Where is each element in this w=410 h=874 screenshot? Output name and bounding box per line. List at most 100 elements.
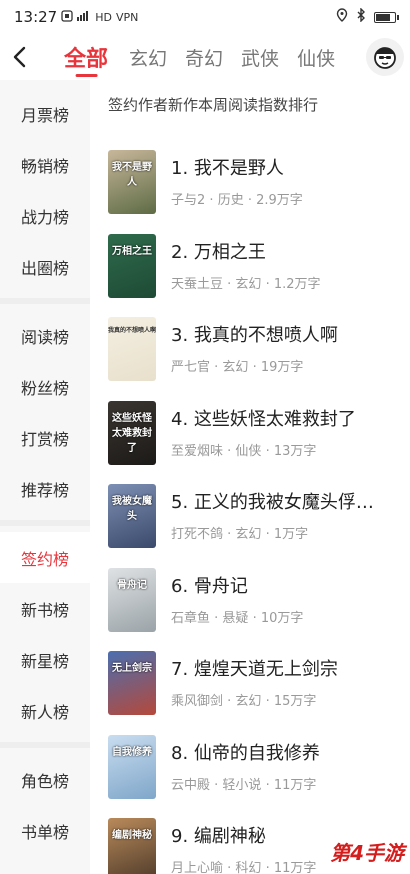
book-cover[interactable]: 这些妖怪太难救封了	[108, 400, 156, 465]
back-button[interactable]	[2, 37, 38, 77]
book-title-text: 这些妖怪太难救封了	[193, 408, 356, 430]
cover-title: 无上剑宗	[112, 663, 152, 674]
book-info: 6. 骨舟记石章鱼 · 悬疑 · 10万字	[171, 564, 401, 636]
sidebar-item[interactable]: 新书榜	[0, 583, 90, 634]
sidebar-group: 签约榜 新书榜 新星榜 新人榜	[0, 526, 90, 748]
book-title: 7. 煌煌天道无上剑宗	[171, 655, 401, 681]
meta-separator: ·	[205, 193, 218, 208]
vpn-icon: VPN	[115, 10, 139, 24]
book-title: 2. 万相之王	[171, 238, 401, 264]
book-rank: 1.	[171, 158, 189, 179]
book-row[interactable]: 我被女魔头 5. 正义的我被女魔头俘… 打死不鸽 · 玄幻 · 1万字	[108, 480, 403, 552]
book-genre: 玄幻	[235, 276, 262, 292]
book-author: 至爱烟味	[171, 443, 224, 459]
book-row[interactable]: 这些妖怪太难救封了 4. 这些妖怪太难救封了 至爱烟味 · 仙侠 · 13万字	[108, 397, 403, 469]
book-cover[interactable]: 骨舟记	[108, 567, 156, 632]
meta-separator: ·	[223, 694, 236, 709]
sidebar-item[interactable]: 畅销榜	[0, 139, 90, 190]
status-bar: 13:27 HD VPN	[0, 0, 410, 34]
tab-0[interactable]: 全部	[62, 37, 120, 77]
cover-title: 万相之王	[112, 245, 152, 257]
sidebar-item[interactable]: 推荐榜	[0, 463, 90, 514]
sidebar-item[interactable]: 新星榜	[0, 634, 90, 685]
sidebar-item[interactable]: 角色榜	[0, 754, 90, 805]
book-meta: 云中殿 · 轻小说 · 11万字	[171, 774, 401, 793]
meta-separator: ·	[261, 694, 274, 709]
book-genre: 轻小说	[222, 777, 262, 793]
book-row[interactable]: 万相之王 2. 万相之王 天蚕土豆 · 玄幻 · 1.2万字	[108, 230, 403, 302]
tab-2[interactable]: 奇幻	[176, 37, 232, 77]
book-info: 1. 我不是野人子与2 · 历史 · 2.9万字	[171, 146, 401, 218]
sidebar-item[interactable]: 战力榜	[0, 190, 90, 241]
tab-4[interactable]: 仙侠	[288, 37, 344, 77]
book-rank: 9.	[171, 826, 189, 847]
meta-separator: ·	[261, 861, 274, 874]
sidebar-item[interactable]: 签约榜	[0, 532, 90, 583]
book-cover[interactable]: 自我修养	[108, 734, 156, 799]
sidebar-item[interactable]: 打赏榜	[0, 412, 90, 463]
sidebar-item[interactable]: 新人榜	[0, 685, 90, 736]
book-title-text: 我真的不想喷人啊	[193, 325, 338, 346]
book-info: 3. 我真的不想喷人啊 严七官 · 玄幻 · 19万字	[171, 313, 401, 385]
book-cover[interactable]: 我真的不想喷人啊	[108, 317, 156, 381]
book-cover[interactable]: 编剧神秘	[108, 818, 156, 874]
battery-icon	[374, 11, 399, 23]
meta-separator: ·	[248, 610, 261, 626]
book-title: 3. 我真的不想喷人啊	[171, 321, 401, 347]
sidebar-item[interactable]: 书单榜	[0, 805, 90, 856]
sidebar-item[interactable]: 月票榜	[0, 88, 90, 139]
book-row[interactable]: 自我修养 8. 仙帝的自我修养 云中殿 · 轻小说 · 11万字	[108, 731, 403, 803]
tab-1[interactable]: 玄幻	[120, 37, 176, 77]
meta-separator: ·	[210, 777, 223, 793]
book-cover[interactable]: 万相之王	[108, 233, 156, 298]
category-tabs: 全部 玄幻 奇幻 武侠 仙侠	[62, 37, 344, 77]
book-words: 11万字	[273, 777, 317, 793]
book-genre: 玄幻	[222, 360, 249, 375]
book-title-text: 我不是野人	[193, 158, 284, 179]
cover-title: 我被女魔头	[112, 496, 152, 522]
sidebar-item[interactable]: 粉丝榜	[0, 361, 90, 412]
meta-separator: ·	[261, 443, 274, 459]
signal-icon	[77, 10, 91, 24]
book-row[interactable]: 骨舟记 6. 骨舟记石章鱼 · 悬疑 · 10万字	[108, 564, 403, 636]
meta-separator: ·	[210, 360, 223, 375]
book-info: 2. 万相之王 天蚕土豆 · 玄幻 · 1.2万字	[171, 230, 401, 302]
book-author: 严七官	[171, 360, 211, 375]
book-rank: 6.	[171, 575, 189, 597]
book-meta: 石章鱼 · 悬疑 · 10万字	[171, 607, 401, 626]
cover-title: 我真的不想喷人啊	[108, 327, 156, 334]
sidebar-group: 阅读榜 粉丝榜 打赏榜 推荐榜	[0, 304, 90, 526]
book-title: 4. 这些妖怪太难救封了	[171, 405, 401, 431]
book-row[interactable]: 无上剑宗 7. 煌煌天道无上剑宗 乘风御剑 · 玄幻 · 15万字	[108, 647, 403, 719]
sidebar-item[interactable]: 出圈榜	[0, 241, 90, 292]
tab-3[interactable]: 武侠	[232, 37, 288, 77]
meta-separator: ·	[243, 193, 257, 208]
meta-separator: ·	[223, 443, 236, 459]
status-time: 13:27	[14, 8, 58, 26]
book-row[interactable]: 我不是野人 1. 我不是野人 子与2 · 历史 · 2.9万字	[108, 146, 403, 218]
list-subtitle: 签约作者新作本周阅读指数排行	[108, 96, 319, 114]
book-row[interactable]: 我真的不想喷人啊 3. 我真的不想喷人啊 严七官 · 玄幻 · 19万字	[108, 313, 403, 385]
book-words: 2.9万字	[256, 193, 303, 208]
book-words: 15万字	[273, 694, 317, 709]
chevron-left-icon	[13, 46, 26, 68]
top-nav: 全部 玄幻 奇幻 武侠 仙侠	[0, 34, 410, 80]
avatar-icon	[374, 47, 396, 69]
book-rank: 4.	[171, 408, 189, 430]
user-avatar-button[interactable]	[366, 38, 404, 76]
book-genre: 科幻	[235, 861, 262, 874]
book-genre: 悬疑	[222, 610, 249, 626]
book-cover[interactable]: 我被女魔头	[108, 484, 156, 548]
watermark-logo: 第4手游	[330, 841, 404, 865]
book-title: 6. 骨舟记	[171, 572, 401, 598]
book-info: 8. 仙帝的自我修养 云中殿 · 轻小说 · 11万字	[171, 731, 401, 803]
book-cover[interactable]: 我不是野人	[108, 150, 156, 214]
book-cover[interactable]: 无上剑宗	[108, 651, 156, 715]
meta-separator: ·	[223, 276, 236, 292]
meta-separator: ·	[261, 527, 274, 542]
sidebar-item[interactable]: 阅读榜	[0, 310, 90, 361]
meta-separator: ·	[261, 276, 274, 292]
book-words: 19万字	[260, 360, 304, 375]
meta-separator: ·	[223, 861, 236, 874]
book-meta: 子与2 · 历史 · 2.9万字	[171, 189, 401, 208]
